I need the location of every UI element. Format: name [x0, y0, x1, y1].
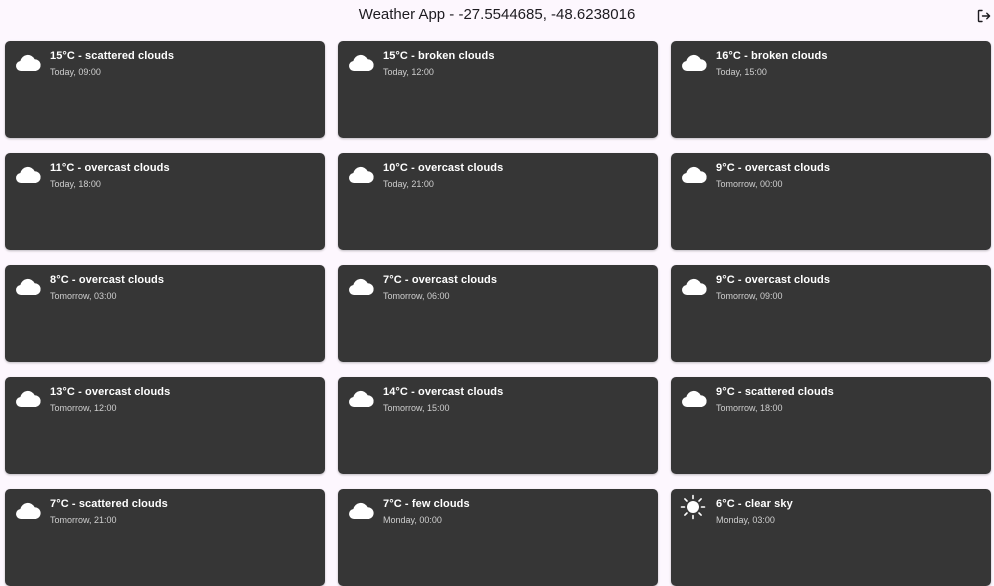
app-bar: Weather App - -27.5544685, -48.6238016	[0, 0, 994, 32]
cloud-icon	[347, 52, 375, 74]
forecast-time: Tomorrow, 03:00	[50, 291, 117, 301]
forecast-time: Today, 21:00	[383, 179, 434, 189]
forecast-card[interactable]: 7°C - overcast clouds Tomorrow, 06:00	[338, 265, 658, 362]
forecast-title: 7°C - scattered clouds	[50, 498, 168, 510]
forecast-card[interactable]: 16°C - broken clouds Today, 15:00	[671, 41, 991, 138]
forecast-title: 6°C - clear sky	[716, 498, 793, 510]
forecast-title: 8°C - overcast clouds	[50, 274, 165, 286]
forecast-card[interactable]: 15°C - broken clouds Today, 12:00	[338, 41, 658, 138]
forecast-card[interactable]: 14°C - overcast clouds Tomorrow, 15:00	[338, 377, 658, 474]
forecast-title: 7°C - overcast clouds	[383, 274, 498, 286]
forecast-title: 13°C - overcast clouds	[50, 386, 171, 398]
forecast-card[interactable]: 6°C - clear sky Monday, 03:00	[671, 489, 991, 586]
forecast-title: 16°C - broken clouds	[716, 50, 828, 62]
forecast-title: 9°C - overcast clouds	[716, 162, 831, 174]
forecast-title: 9°C - overcast clouds	[716, 274, 831, 286]
forecast-time: Tomorrow, 09:00	[716, 291, 783, 301]
forecast-card[interactable]: 7°C - scattered clouds Tomorrow, 21:00	[5, 489, 325, 586]
forecast-title: 10°C - overcast clouds	[383, 162, 504, 174]
forecast-time: Tomorrow, 15:00	[383, 403, 450, 413]
logout-icon	[977, 9, 991, 23]
logout-button[interactable]	[974, 6, 994, 26]
forecast-title: 15°C - scattered clouds	[50, 50, 175, 62]
cloud-icon	[347, 276, 375, 298]
forecast-card[interactable]: 7°C - few clouds Monday, 00:00	[338, 489, 658, 586]
cloud-icon	[14, 388, 42, 410]
cloud-icon	[14, 500, 42, 522]
forecast-time: Today, 18:00	[50, 179, 101, 189]
forecast-title: 7°C - few clouds	[383, 498, 470, 510]
forecast-title: 11°C - overcast clouds	[50, 162, 170, 174]
forecast-time: Tomorrow, 18:00	[716, 403, 783, 413]
cloud-icon	[680, 164, 708, 186]
cloud-icon	[347, 164, 375, 186]
forecast-time: Tomorrow, 12:00	[50, 403, 117, 413]
forecast-time: Today, 12:00	[383, 67, 434, 77]
forecast-time: Tomorrow, 21:00	[50, 515, 117, 525]
cloud-icon	[14, 164, 42, 186]
forecast-time: Monday, 03:00	[716, 515, 775, 525]
forecast-grid: 15°C - scattered clouds Today, 09:00 15°…	[5, 41, 992, 586]
forecast-time: Today, 15:00	[716, 67, 767, 77]
cloud-icon	[680, 52, 708, 74]
forecast-card[interactable]: 15°C - scattered clouds Today, 09:00	[5, 41, 325, 138]
forecast-card[interactable]: 9°C - overcast clouds Tomorrow, 00:00	[671, 153, 991, 250]
forecast-time: Monday, 00:00	[383, 515, 442, 525]
forecast-card[interactable]: 10°C - overcast clouds Today, 21:00	[338, 153, 658, 250]
app-title: Weather App - -27.5544685, -48.6238016	[358, 6, 636, 23]
cloud-icon	[14, 52, 42, 74]
forecast-card[interactable]: 9°C - scattered clouds Tomorrow, 18:00	[671, 377, 991, 474]
forecast-card[interactable]: 9°C - overcast clouds Tomorrow, 09:00	[671, 265, 991, 362]
forecast-title: 9°C - scattered clouds	[716, 386, 834, 398]
forecast-title: 15°C - broken clouds	[383, 50, 495, 62]
cloud-icon	[680, 276, 708, 298]
forecast-time: Tomorrow, 06:00	[383, 291, 450, 301]
cloud-icon	[347, 500, 375, 522]
sun-icon	[680, 494, 708, 522]
cloud-icon	[347, 388, 375, 410]
forecast-time: Today, 09:00	[50, 67, 101, 77]
forecast-card[interactable]: 8°C - overcast clouds Tomorrow, 03:00	[5, 265, 325, 362]
cloud-icon	[14, 276, 42, 298]
forecast-title: 14°C - overcast clouds	[383, 386, 504, 398]
forecast-card[interactable]: 13°C - overcast clouds Tomorrow, 12:00	[5, 377, 325, 474]
forecast-time: Tomorrow, 00:00	[716, 179, 783, 189]
cloud-icon	[680, 388, 708, 410]
forecast-card[interactable]: 11°C - overcast clouds Today, 18:00	[5, 153, 325, 250]
